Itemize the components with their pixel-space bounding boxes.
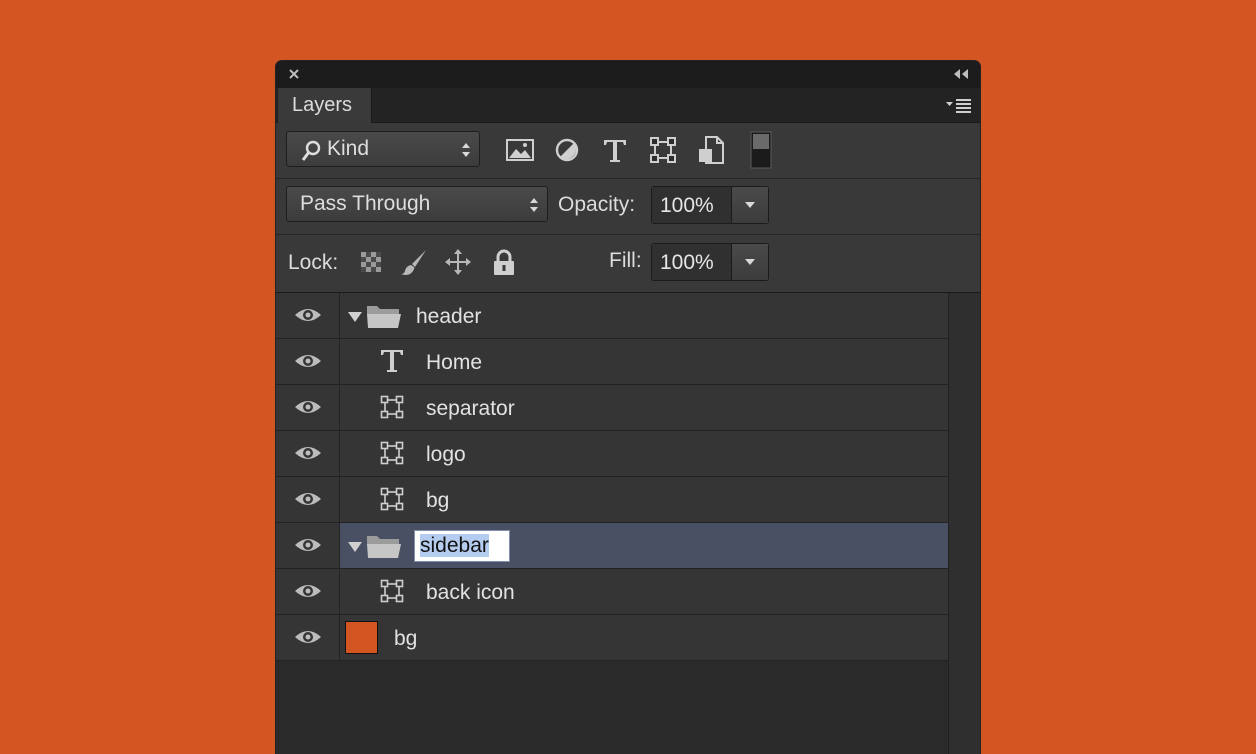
layer-content: back icon: [339, 569, 948, 614]
color-fill-swatch[interactable]: [345, 621, 378, 654]
layer-row-selected[interactable]: sidebar: [276, 523, 948, 569]
eye-icon: [295, 493, 321, 505]
blend-mode-label: Pass Through: [300, 192, 431, 215]
eye-icon: [295, 309, 321, 321]
visibility-toggle[interactable]: [276, 615, 340, 660]
layer-content: bg: [339, 477, 948, 522]
shape-layer-icon: [380, 395, 404, 419]
fill-label: Fill:: [609, 249, 642, 272]
opacity-dropdown-button[interactable]: [731, 187, 768, 223]
shape-layer-icon: [380, 487, 404, 511]
layer-row[interactable]: bg: [276, 477, 948, 523]
lock-transparent-pixels-icon[interactable]: [357, 247, 385, 277]
layer-name: logo: [426, 443, 466, 466]
lock-row: Lock: Fill: 100%: [276, 235, 980, 293]
blend-mode-select[interactable]: Pass Through: [286, 186, 548, 222]
filter-toggle-switch[interactable]: [750, 131, 772, 169]
select-arrows-icon: [462, 143, 470, 157]
layer-content: separator: [339, 385, 948, 430]
layer-row[interactable]: Home: [276, 339, 948, 385]
layer-content: bg: [339, 615, 948, 660]
panel-tabbar: Layers: [276, 88, 980, 123]
layer-content: logo: [339, 431, 948, 476]
tab-layers[interactable]: Layers: [278, 88, 372, 123]
kind-filter-select[interactable]: Kind: [286, 131, 480, 167]
opacity-value[interactable]: 100%: [652, 187, 732, 223]
visibility-toggle[interactable]: [276, 293, 340, 338]
layer-content: header: [339, 293, 948, 338]
visibility-toggle[interactable]: [276, 385, 340, 430]
fill-field[interactable]: 100%: [651, 243, 769, 281]
folder-icon: [367, 536, 401, 558]
filter-row: Kind: [276, 123, 980, 179]
panel-titlebar: [276, 61, 980, 88]
fill-dropdown-button[interactable]: [731, 244, 768, 280]
lock-all-icon[interactable]: [490, 247, 518, 277]
layer-row[interactable]: back icon: [276, 569, 948, 615]
kind-filter-label: Kind: [327, 137, 370, 160]
close-icon[interactable]: [286, 66, 302, 82]
scrollbar-track[interactable]: [948, 293, 980, 754]
eye-icon: [295, 355, 321, 367]
opacity-label: Opacity:: [558, 193, 636, 216]
shape-layer-icon: [380, 579, 404, 603]
eye-icon: [295, 401, 321, 413]
type-layer-icon: [381, 350, 403, 372]
layer-content: Home: [339, 339, 948, 384]
layer-row[interactable]: header: [276, 293, 948, 339]
type-filter-icon[interactable]: [599, 134, 631, 166]
layer-name: separator: [426, 397, 515, 420]
visibility-toggle[interactable]: [276, 569, 340, 614]
layer-name: header: [416, 305, 482, 328]
chevron-down-icon: [745, 202, 755, 208]
expand-triangle-icon[interactable]: [347, 311, 363, 323]
visibility-toggle[interactable]: [276, 431, 340, 476]
blend-row: Pass Through Opacity: 100%: [276, 179, 980, 235]
chevron-down-icon: [745, 259, 755, 265]
expand-triangle-icon[interactable]: [347, 541, 363, 553]
layer-name: bg: [394, 627, 418, 650]
search-icon: [301, 140, 321, 161]
layer-name: back icon: [426, 581, 515, 604]
layers-list: header Home separator logo bg sidebar ba…: [276, 293, 948, 754]
adjustment-filter-icon[interactable]: [551, 134, 583, 166]
layer-name: Home: [426, 351, 483, 374]
lock-image-pixels-icon[interactable]: [400, 247, 428, 277]
visibility-toggle[interactable]: [276, 339, 340, 384]
fill-value[interactable]: 100%: [652, 244, 732, 280]
layer-rename-input[interactable]: sidebar: [414, 530, 510, 562]
visibility-toggle[interactable]: [276, 477, 340, 522]
eye-icon: [295, 447, 321, 459]
pixel-filter-icon[interactable]: [504, 134, 536, 166]
shape-filter-icon[interactable]: [647, 134, 679, 166]
eye-icon: [295, 585, 321, 597]
eye-icon: [295, 539, 321, 551]
eye-icon: [295, 631, 321, 643]
layer-row[interactable]: separator: [276, 385, 948, 431]
layer-row[interactable]: bg: [276, 615, 948, 661]
collapse-panel-icon[interactable]: [952, 67, 970, 81]
panel-menu-icon[interactable]: [946, 97, 972, 113]
visibility-toggle[interactable]: [276, 523, 340, 568]
opacity-field[interactable]: 100%: [651, 186, 769, 224]
folder-icon: [367, 306, 401, 328]
smart-object-filter-icon[interactable]: [695, 134, 727, 166]
layers-panel: Layers Kind Pass Through Opacity: 100% L…: [276, 61, 980, 754]
layer-name: bg: [426, 489, 450, 512]
layer-name-editing[interactable]: sidebar: [420, 534, 489, 557]
shape-layer-icon: [380, 441, 404, 465]
layer-row[interactable]: logo: [276, 431, 948, 477]
select-arrows-icon: [530, 198, 538, 212]
lock-label: Lock:: [288, 251, 339, 274]
lock-position-icon[interactable]: [444, 247, 472, 277]
